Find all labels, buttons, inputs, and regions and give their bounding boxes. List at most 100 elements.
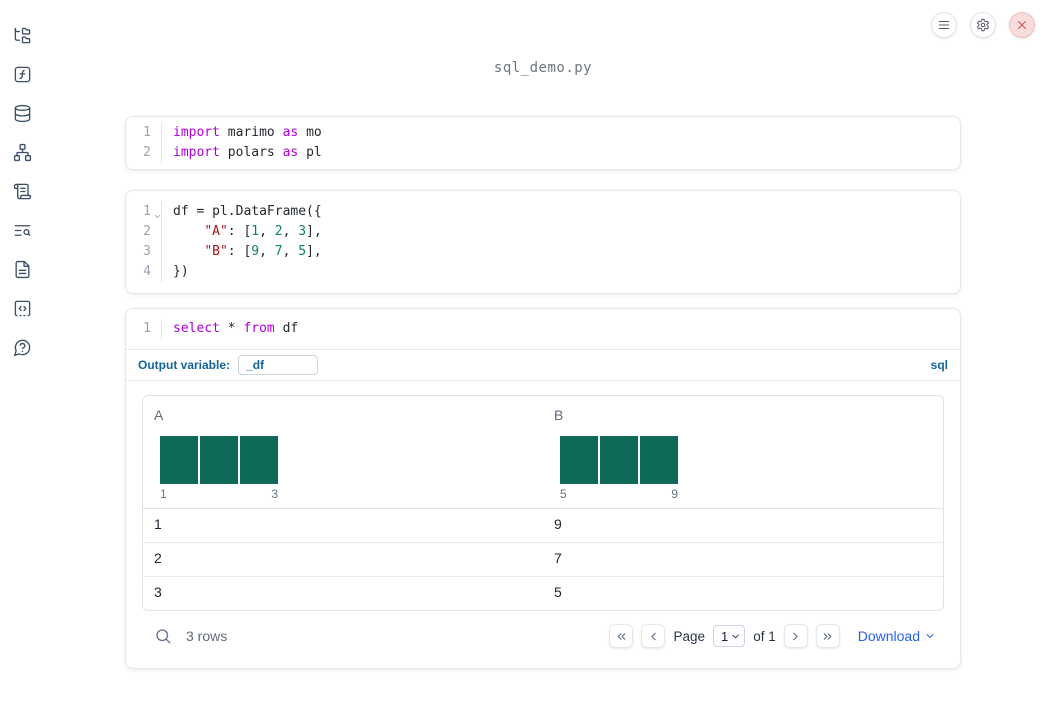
sql-editor[interactable]: 1 select * from df <box>126 309 960 349</box>
code-line: import polars as pl <box>173 143 322 163</box>
code-token: 7 <box>274 244 283 259</box>
help-icon[interactable] <box>11 336 33 358</box>
code-token: df <box>274 321 299 336</box>
code-token: : [ <box>227 224 252 239</box>
code-token: , <box>259 224 275 239</box>
code-token: df = pl.DataFrame({ <box>173 204 322 219</box>
histogram-bar <box>160 436 198 484</box>
code-snippets-icon[interactable] <box>11 297 33 319</box>
download-label: Download <box>857 628 920 644</box>
code-cell-imports[interactable]: 1 2 import marimo as mo import polars as… <box>125 116 961 170</box>
notebook-filename[interactable]: sql_demo.py <box>125 60 961 76</box>
chevron-right-icon <box>793 632 798 640</box>
table-footer: 3 rows Page 1 of 1 Download <box>142 611 944 658</box>
data-table: A 1 3 B 5 9 1 9 2 7 3 5 <box>142 395 944 611</box>
code-editor[interactable]: 1 2 3 4 df = pl.DataFrame({ "A": [1, 2, … <box>126 191 960 293</box>
chevrons-left-icon <box>617 632 626 640</box>
histogram-bar <box>200 436 238 484</box>
line-number: 1 <box>143 321 151 336</box>
settings-button[interactable] <box>970 12 996 38</box>
code-content: select * from df <box>162 319 298 339</box>
gear-icon <box>977 18 989 32</box>
histogram-min-label: 1 <box>160 487 167 501</box>
function-square-icon[interactable] <box>11 63 33 85</box>
code-token: 5 <box>298 244 307 259</box>
dependency-graph-icon[interactable] <box>11 141 33 163</box>
code-token: * <box>219 321 244 336</box>
download-button[interactable]: Download <box>858 628 936 644</box>
code-token: 2 <box>274 224 283 239</box>
table-row: 1 9 <box>143 509 943 542</box>
code-line: "A": [1, 2, 3], <box>173 222 321 242</box>
line-number: 2 <box>143 145 151 160</box>
column-header-b[interactable]: B 5 9 <box>543 396 943 508</box>
code-token: "B" <box>204 244 228 259</box>
code-token: "A" <box>204 224 228 239</box>
code-token: as <box>282 125 299 140</box>
table-cell: 9 <box>554 516 562 532</box>
text-search-icon[interactable] <box>11 219 33 241</box>
first-page-button[interactable] <box>609 624 634 648</box>
code-token: }) <box>173 264 189 279</box>
table-header: A 1 3 B 5 9 <box>143 396 943 509</box>
table-cell: 1 <box>154 516 162 532</box>
code-token: import <box>173 145 220 160</box>
column-header-a[interactable]: A 1 3 <box>143 396 543 508</box>
code-token: : [ <box>227 244 252 259</box>
page-select-value: 1 <box>720 628 729 644</box>
code-token: select <box>173 321 220 336</box>
output-variable-input[interactable] <box>238 355 319 375</box>
database-icon[interactable] <box>11 102 33 124</box>
scroll-logs-icon[interactable] <box>11 180 33 202</box>
previous-page-button[interactable] <box>641 624 666 648</box>
code-token: , <box>282 244 299 259</box>
histogram-bar <box>560 436 598 484</box>
code-cell-dataframe[interactable]: 1 2 3 4 df = pl.DataFrame({ "A": [1, 2, … <box>125 190 961 294</box>
column-histogram: 5 9 <box>560 436 678 501</box>
search-icon[interactable] <box>154 627 172 645</box>
page-total-label: of 1 <box>753 628 776 644</box>
code-line: import marimo as mo <box>173 123 322 143</box>
histogram-bar <box>640 436 678 484</box>
code-line: df = pl.DataFrame({ <box>173 202 322 222</box>
code-content: df = pl.DataFrame({ "A": [1, 2, 3], "B":… <box>162 202 322 282</box>
code-token: mo <box>298 125 322 140</box>
close-button[interactable] <box>1009 12 1035 38</box>
last-page-button[interactable] <box>815 624 840 648</box>
code-token: 1 <box>251 224 260 239</box>
file-tree-icon[interactable] <box>11 24 33 46</box>
code-token: 3 <box>298 224 307 239</box>
code-token: ], <box>306 244 322 259</box>
column-histogram: 1 3 <box>160 436 278 501</box>
cell-output: A 1 3 B 5 9 1 9 2 7 3 5 3 rows Page 1 of… <box>126 380 960 668</box>
histogram-max-label: 3 <box>271 487 278 501</box>
histogram-min-label: 5 <box>560 487 567 501</box>
line-number: 1 <box>143 125 151 140</box>
histogram-bar <box>240 436 278 484</box>
column-name: B <box>554 407 564 423</box>
chevron-down-icon <box>732 634 739 638</box>
line-number: 2 <box>143 224 151 239</box>
code-token: from <box>243 321 275 336</box>
code-line: select * from df <box>173 319 298 339</box>
fold-chevron-icon[interactable] <box>153 208 162 218</box>
histogram-max-label: 9 <box>671 487 678 501</box>
next-page-button[interactable] <box>783 624 808 648</box>
sidebar <box>0 0 44 713</box>
chevrons-right-icon <box>823 632 832 640</box>
chevron-down-icon <box>926 634 934 638</box>
row-count: 3 rows <box>186 628 228 644</box>
code-token: pl <box>298 145 322 160</box>
code-token: 9 <box>251 244 260 259</box>
table-cell: 7 <box>554 550 562 566</box>
sql-cell: 1 select * from df Output variable: sql … <box>125 308 961 669</box>
column-name: A <box>154 407 164 423</box>
code-editor[interactable]: 1 2 import marimo as mo import polars as… <box>126 117 960 169</box>
notebook: sql_demo.py 1 2 import marimo as mo impo… <box>125 0 961 669</box>
table-cell: 3 <box>154 584 162 600</box>
table-cell: 5 <box>554 584 562 600</box>
document-icon[interactable] <box>11 258 33 280</box>
close-icon <box>1017 20 1027 30</box>
page-select[interactable]: 1 <box>712 625 746 647</box>
